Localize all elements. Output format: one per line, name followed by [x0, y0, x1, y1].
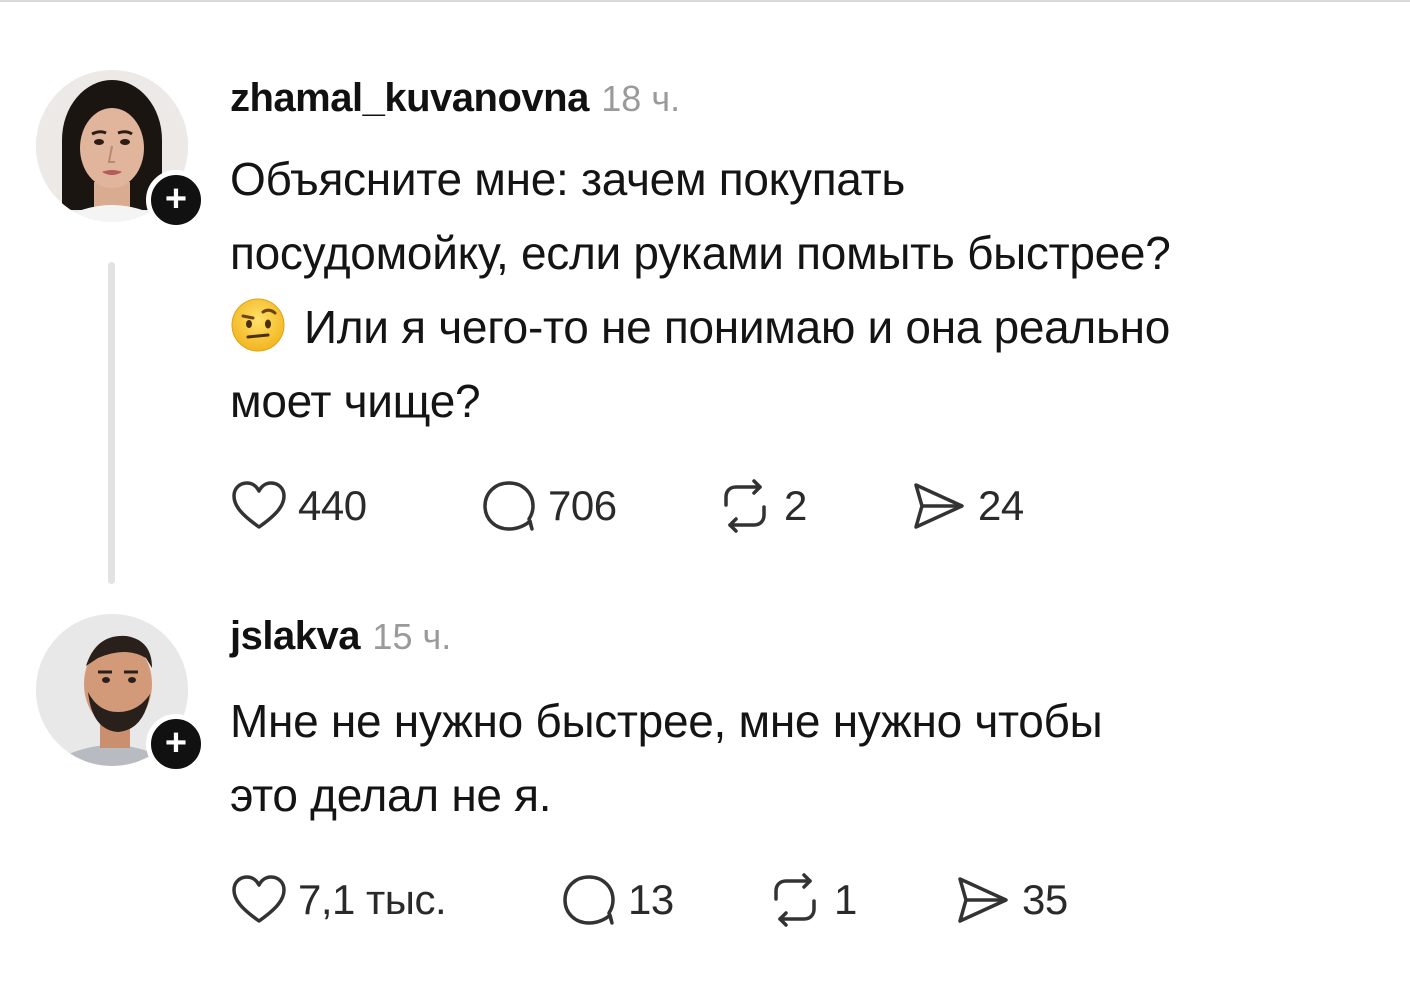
reply-button[interactable]: 13 [560, 870, 674, 930]
post-header: zhamal_kuvanovna 18 ч. [230, 76, 680, 121]
like-count: 440 [298, 482, 367, 529]
repost-button[interactable]: 1 [766, 870, 857, 930]
repost-button[interactable]: 2 [716, 476, 807, 536]
post-text-line: моет чище? [230, 375, 481, 427]
repost-icon [774, 873, 816, 927]
heart-icon [232, 875, 286, 923]
post-text-line: Мне не нужно быстрее, мне нужно чтобы [230, 695, 1103, 747]
reply-count: 13 [628, 876, 674, 923]
repost-icon [724, 479, 766, 533]
post-text-line: Или я чего-то не понимаю и она реально [230, 290, 1380, 364]
send-icon [914, 483, 964, 529]
face-with-raised-eyebrow-icon [230, 297, 286, 353]
post-text: Объясните мне: зачем покупать посудомойк… [230, 142, 1380, 438]
username[interactable]: zhamal_kuvanovna [230, 76, 589, 120]
post-header: jslakva 15 ч. [230, 614, 451, 659]
post-text-line: Объясните мне: зачем покупать [230, 153, 906, 205]
avatar-zhamal[interactable]: + [36, 70, 206, 230]
share-button[interactable]: 24 [910, 476, 1024, 536]
comment-bubble-icon [563, 875, 615, 925]
reply-button[interactable]: 706 [480, 476, 617, 536]
follow-button[interactable]: + [146, 170, 206, 230]
follow-button[interactable]: + [146, 714, 206, 774]
post-text-line-content: Или я чего-то не понимаю и она реально [304, 301, 1171, 353]
username[interactable]: jslakva [230, 614, 360, 658]
repost-count: 2 [784, 482, 807, 529]
post-text-line: это делал не я. [230, 769, 552, 821]
like-count: 7,1 тыс. [298, 876, 447, 923]
timestamp: 15 ч. [372, 616, 452, 657]
heart-icon [232, 481, 286, 529]
avatar-jslakva[interactable]: + [36, 614, 206, 774]
top-divider [0, 0, 1410, 2]
comment-bubble-icon [483, 481, 535, 531]
like-button[interactable]: 7,1 тыс. [230, 870, 447, 930]
share-button[interactable]: 35 [954, 870, 1068, 930]
reply-count: 706 [548, 482, 617, 529]
send-icon [958, 877, 1008, 923]
share-count: 24 [978, 482, 1024, 529]
post-text-line: посудомойку, если руками помыть быстрее? [230, 227, 1171, 279]
post-text: Мне не нужно быстрее, мне нужно чтобы эт… [230, 684, 1380, 832]
timestamp: 18 ч. [601, 78, 681, 119]
thread-connector-line [108, 262, 115, 584]
share-count: 35 [1022, 876, 1068, 923]
repost-count: 1 [834, 876, 857, 923]
like-button[interactable]: 440 [230, 476, 367, 536]
